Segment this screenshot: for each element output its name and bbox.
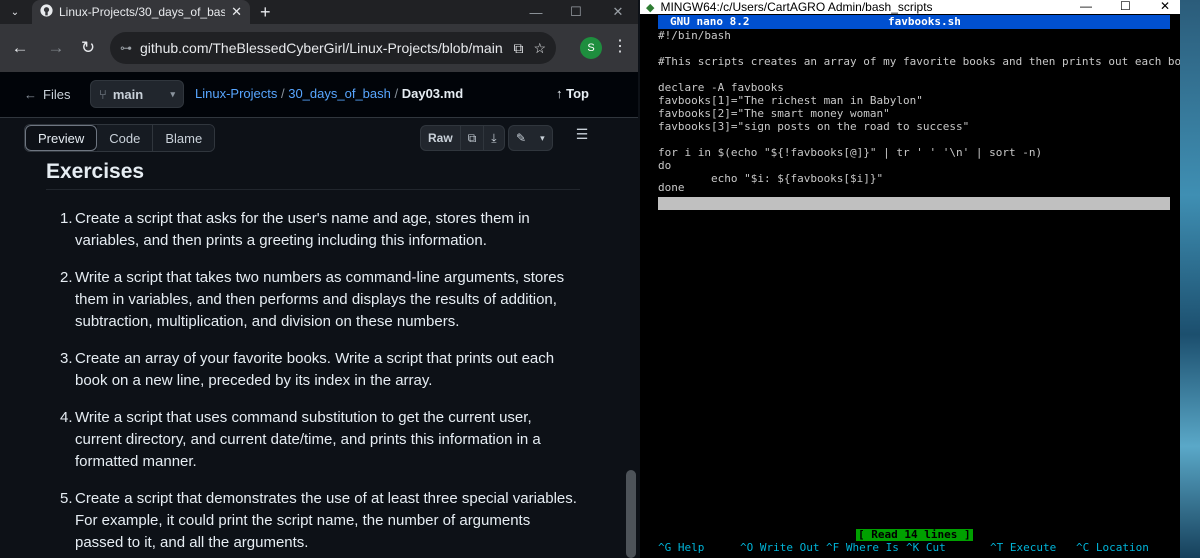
shortcut-execute: ^T Execute — [990, 541, 1057, 554]
list-item: 1. Create a script that asks for the user… — [60, 208, 580, 252]
nano-version: GNU nano 8.2 — [670, 15, 750, 28]
install-app-icon[interactable]: ⧉ — [513, 40, 523, 57]
copy-icon[interactable]: ⧉ — [461, 126, 485, 150]
raw-button[interactable]: Raw — [421, 126, 461, 150]
close-window-icon[interactable]: ✕ — [1160, 0, 1170, 13]
shortcut-write-out: ^O Write Out — [740, 541, 820, 554]
code-line: do — [658, 159, 672, 172]
code-line: done — [658, 181, 685, 194]
section-heading: Exercises — [46, 160, 580, 190]
breadcrumb-folder-link[interactable]: 30_days_of_bash — [288, 86, 391, 101]
breadcrumb-separator: / — [277, 86, 289, 101]
browser-window: ⌄ Linux-Projects/30_days_of_bash ✕ + — ☐… — [0, 0, 638, 558]
code-line: echo "$i: ${favbooks[$i]}" — [658, 172, 884, 185]
markdown-body: Exercises 1. Create a script that asks fo… — [0, 156, 624, 558]
list-item: 5. Create a script that demonstrates the … — [60, 488, 580, 554]
code-line: favbooks[1]="The richest man in Babylon" — [658, 94, 923, 107]
close-tab-icon[interactable]: ✕ — [231, 4, 242, 20]
nano-shortcut-bar: ^G Help ^O Write Out ^F Where Is ^K Cut … — [658, 542, 1178, 556]
list-number: 4. — [60, 409, 73, 426]
breadcrumb-file-name: Day03.md — [401, 86, 464, 101]
raw-actions: Raw ⧉ ⤓ — [420, 125, 505, 151]
branch-label: main — [112, 86, 144, 102]
chevron-down-icon: ▾ — [170, 88, 175, 99]
browser-menu-icon[interactable]: ⋮ — [612, 36, 628, 56]
back-icon[interactable]: ← — [8, 36, 32, 60]
list-item: 2. Write a script that takes two numbers … — [60, 267, 580, 333]
code-line: for i in $(echo "${!favbooks[@]}" | tr '… — [658, 146, 1043, 159]
browser-tab[interactable]: Linux-Projects/30_days_of_bash ✕ — [32, 0, 250, 24]
tab-search-icon[interactable]: ⌄ — [6, 3, 24, 21]
forward-icon[interactable]: → — [44, 36, 68, 60]
maximize-icon[interactable]: ☐ — [1120, 0, 1131, 13]
shortcut-where-is: ^F Where Is — [826, 541, 899, 554]
nano-filename: favbooks.sh — [888, 15, 961, 28]
files-label: Files — [43, 86, 71, 102]
tab-preview[interactable]: Preview — [25, 125, 98, 151]
view-mode-tabs: Preview Code Blame — [24, 124, 216, 152]
minimize-icon[interactable]: — — [514, 0, 558, 24]
shortcut-location: ^C Location — [1076, 541, 1149, 554]
bookmark-star-icon[interactable]: ☆ — [533, 40, 546, 57]
new-tab-button[interactable]: + — [260, 2, 271, 22]
files-button[interactable]: ← Files — [24, 80, 70, 108]
list-item-text: Create an array of your favorite books. … — [75, 350, 555, 389]
maximize-icon[interactable]: ☐ — [554, 0, 598, 24]
terminal-window[interactable]: ◆ MINGW64:/c/Users/CartAGRO Admin/bash_s… — [640, 0, 1180, 558]
list-item-text: Create a script that demonstrates the us… — [75, 490, 577, 551]
branch-selector[interactable]: ⑂ main ▾ — [90, 80, 184, 108]
download-icon[interactable]: ⤓ — [484, 126, 503, 150]
edit-actions: ✎ ▾ — [508, 125, 553, 151]
minimize-icon[interactable]: — — [1080, 0, 1092, 13]
list-number: 3. — [60, 350, 73, 367]
nano-header-bar: GNU nano 8.2 favbooks.sh — [658, 15, 1170, 29]
desktop-wallpaper — [1180, 0, 1200, 558]
shortcut-help: ^G Help — [658, 541, 705, 554]
code-line: favbooks[2]="The smart money woman" — [658, 107, 890, 120]
code-line: favbooks[3]="sign posts on the road to s… — [658, 120, 970, 133]
outline-list-icon[interactable]: ☰ — [572, 126, 592, 143]
reload-icon[interactable]: ↻ — [76, 36, 100, 60]
tab-blame[interactable]: Blame — [152, 125, 215, 151]
close-window-icon[interactable]: ✕ — [596, 0, 638, 24]
breadcrumb-repo-link[interactable]: Linux-Projects — [195, 86, 277, 101]
tab-title: Linux-Projects/30_days_of_bash — [59, 5, 226, 19]
mingw-icon: ◆ — [646, 1, 655, 14]
arrow-left-icon: ← — [24, 86, 37, 102]
url-text[interactable]: github.com/TheBlessedCyberGirl/Linux-Pro… — [140, 40, 503, 56]
site-info-icon[interactable]: ⊶ — [120, 41, 132, 55]
list-item: 4. Write a script that uses command subst… — [60, 407, 580, 473]
shortcut-cut: ^K Cut — [906, 541, 946, 554]
profile-avatar[interactable]: S — [580, 37, 602, 59]
terminal-titlebar: ◆ MINGW64:/c/Users/CartAGRO Admin/bash_s… — [640, 0, 1180, 14]
list-item-text: Create a script that asks for the user's… — [75, 210, 530, 249]
page-scrollbar-thumb[interactable] — [626, 470, 636, 558]
exercise-list: 1. Create a script that asks for the user… — [46, 208, 580, 554]
breadcrumb: Linux-Projects / 30_days_of_bash / Day03… — [195, 86, 463, 101]
terminal-title: MINGW64:/c/Users/CartAGRO Admin/bash_scr… — [660, 0, 933, 14]
top-button[interactable]: ↑ Top — [556, 86, 589, 101]
code-line: #!/bin/bash — [658, 29, 731, 42]
list-item-text: Write a script that uses command substit… — [75, 409, 541, 470]
git-branch-icon: ⑂ — [99, 86, 107, 102]
pencil-icon[interactable]: ✎ — [509, 126, 533, 150]
top-label: Top — [566, 86, 589, 101]
list-number: 2. — [60, 269, 73, 286]
cursor-line-highlight — [658, 197, 1170, 210]
github-logo-icon — [40, 4, 53, 20]
address-bar[interactable]: ⊶ github.com/TheBlessedCyberGirl/Linux-P… — [110, 32, 556, 64]
list-item-text: Write a script that takes two numbers as… — [75, 269, 565, 330]
arrow-up-icon: ↑ — [556, 86, 563, 101]
code-line: declare -A favbooks — [658, 81, 784, 94]
breadcrumb-separator: / — [390, 86, 402, 101]
edit-dropdown-chevron-icon[interactable]: ▾ — [533, 126, 552, 150]
list-number: 1. — [60, 210, 73, 227]
list-number: 5. — [60, 490, 73, 507]
list-item: 3. Create an array of your favorite books… — [60, 348, 580, 392]
nano-status-message: [ Read 14 lines ] — [856, 528, 973, 541]
code-line: #This scripts creates an array of my fav… — [658, 55, 1180, 68]
tab-code[interactable]: Code — [97, 125, 153, 151]
